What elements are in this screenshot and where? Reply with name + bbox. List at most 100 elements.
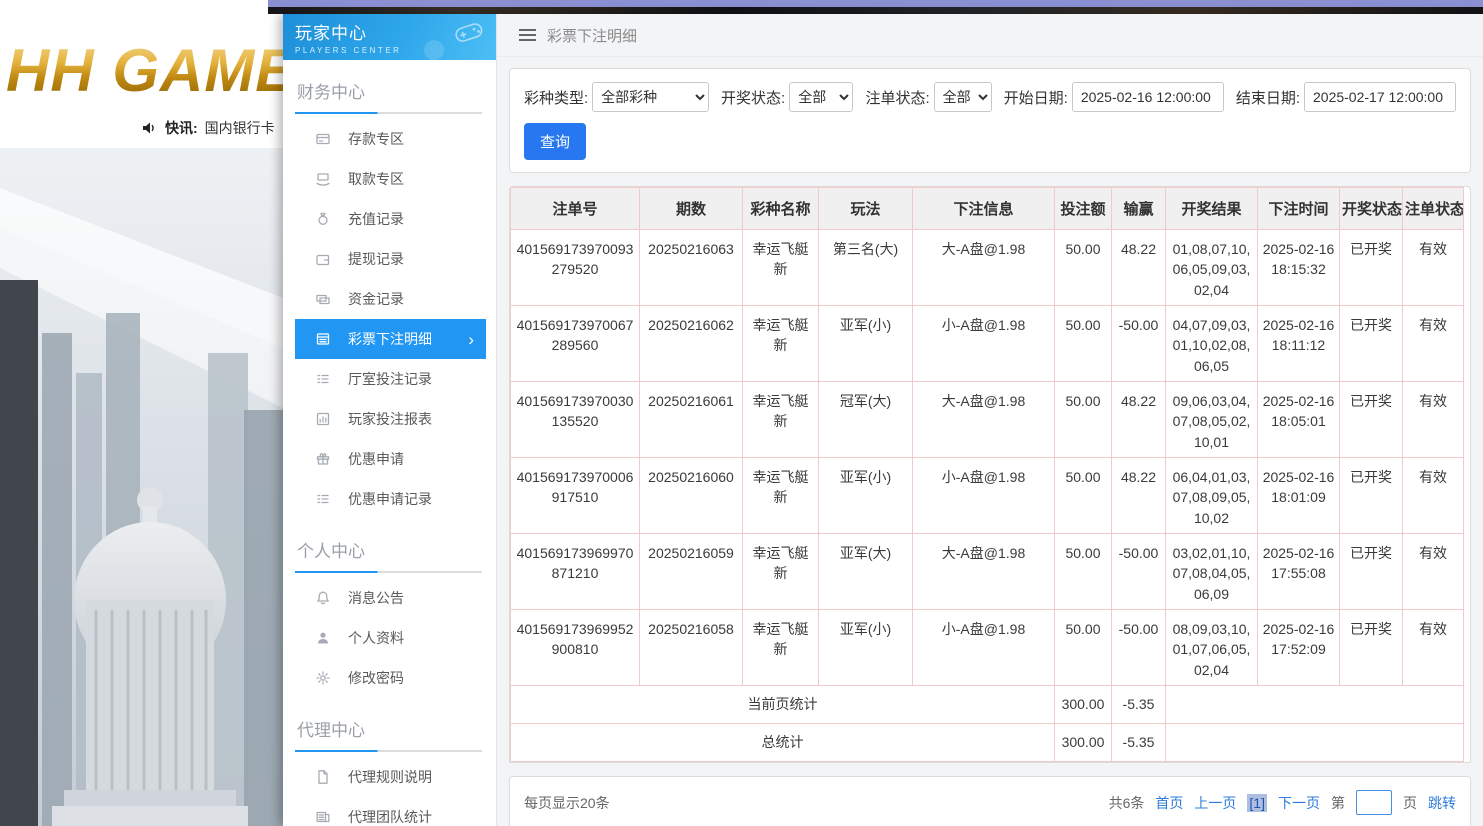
table-cell: 已开奖 <box>1340 382 1403 458</box>
lottery-type-select[interactable]: 全部彩种 <box>592 82 709 112</box>
main-content: 彩种类型: 全部彩种 开奖状态: 全部 注单状态: 全部 开始日期: <box>497 57 1483 826</box>
end-date-label: 结束日期: <box>1236 87 1300 108</box>
table-cell: 20250216060 <box>640 458 743 534</box>
filter-panel: 彩种类型: 全部彩种 开奖状态: 全部 注单状态: 全部 开始日期: <box>509 68 1471 173</box>
table-cell: 幸运飞艇新 <box>743 230 819 306</box>
table-cell: 小-A盘@1.98 <box>913 306 1055 382</box>
sidebar-item-label: 个人资料 <box>348 628 404 648</box>
table-cell: 小-A盘@1.98 <box>913 458 1055 534</box>
pagination-bar: 每页显示20条 共6条 首页 上一页 [1] 下一页 第 页 跳转 <box>509 776 1471 826</box>
sidebar-item-lottery-bet-detail[interactable]: 彩票下注明细› <box>295 319 486 359</box>
sidebar-item-player-bet-report[interactable]: 玩家投注报表 <box>295 399 486 439</box>
summary-empty-cell <box>1166 724 1464 762</box>
table-cell: 50.00 <box>1055 458 1112 534</box>
sidebar-item-funds-record[interactable]: 资金记录 <box>295 279 486 319</box>
column-header: 开奖状态 <box>1340 188 1403 230</box>
news-text: 国内银行卡 <box>205 118 275 138</box>
bell-icon <box>315 590 331 606</box>
sidebar-item-promo-apply[interactable]: 优惠申请 <box>295 439 486 479</box>
main-header: 彩票下注明细 <box>497 14 1483 57</box>
column-header: 投注额 <box>1055 188 1112 230</box>
sidebar-item-withdraw[interactable]: 取款专区 <box>295 159 486 199</box>
table-row: 40156917396995290081020250216058幸运飞艇新亚军(… <box>511 610 1464 686</box>
sidebar-item-label: 优惠申请记录 <box>348 489 432 509</box>
sidebar-item-password[interactable]: 修改密码 <box>295 658 486 698</box>
table-cell: 大-A盘@1.98 <box>913 382 1055 458</box>
table-cell: 已开奖 <box>1340 306 1403 382</box>
table-body: 40156917397009327952020250216063幸运飞艇新第三名… <box>511 230 1464 762</box>
column-header: 期数 <box>640 188 743 230</box>
prev-page-link[interactable]: 上一页 <box>1194 793 1236 813</box>
page-jump-input[interactable] <box>1356 790 1392 815</box>
wallet-icon <box>315 251 331 267</box>
sidebar-item-label: 厅室投注记录 <box>348 369 432 389</box>
sidebar-item-profile[interactable]: 个人资料 <box>295 618 486 658</box>
banknotes-icon <box>315 291 331 307</box>
table-cell: 亚军(小) <box>819 306 913 382</box>
table-row: 40156917397000691751020250216060幸运飞艇新亚军(… <box>511 458 1464 534</box>
table-cell: 2025-02-16 17:52:09 <box>1258 610 1340 686</box>
table-cell: 亚军(小) <box>819 458 913 534</box>
total-count-text: 共6条 <box>1109 793 1145 813</box>
sidebar-item-deposit[interactable]: 存款专区 <box>295 119 486 159</box>
sidebar-item-hall-bet-record[interactable]: 厅室投注记录 <box>295 359 486 399</box>
table-cell: 20250216063 <box>640 230 743 306</box>
sidebar-item-withdrawal-record[interactable]: 提现记录 <box>295 239 486 279</box>
withdraw-icon <box>315 171 331 187</box>
draw-status-label: 开奖状态: <box>721 87 785 108</box>
sidebar-item-label: 代理团队统计 <box>348 807 432 826</box>
page-size-text: 每页显示20条 <box>524 793 610 813</box>
table-cell: 幸运飞艇新 <box>743 610 819 686</box>
sidebar-item-label: 资金记录 <box>348 289 404 309</box>
end-date-input[interactable] <box>1304 82 1456 112</box>
list-table-icon <box>315 331 331 347</box>
lottery-type-label: 彩种类型: <box>524 87 588 108</box>
order-status-select[interactable]: 全部 <box>934 82 992 112</box>
section-divider <box>295 112 482 114</box>
sidebar-item-label: 消息公告 <box>348 588 404 608</box>
table-cell: 06,04,01,03,07,08,09,05,10,02 <box>1166 458 1258 534</box>
player-center-overlay: 玩家中心 PLAYERS CENTER 财务中心存款专区取款专区充值记录提现记录… <box>268 0 1483 826</box>
column-header: 开奖结果 <box>1166 188 1258 230</box>
summary-bet-total: 300.00 <box>1055 686 1112 724</box>
current-page-indicator: [1] <box>1247 794 1267 812</box>
sidebar-item-agent-rules[interactable]: 代理规则说明 <box>295 757 486 797</box>
table-cell: 幸运飞艇新 <box>743 458 819 534</box>
jump-button[interactable]: 跳转 <box>1428 793 1456 813</box>
list-icon <box>315 371 331 387</box>
summary-row: 当前页统计300.00-5.35 <box>511 686 1464 724</box>
sidebar-item-agent-stats[interactable]: 代理团队统计 <box>295 797 486 826</box>
first-page-link[interactable]: 首页 <box>1155 793 1183 813</box>
table-cell: 401569173970030135520 <box>511 382 640 458</box>
table-cell: 401569173969952900810 <box>511 610 640 686</box>
start-date-input[interactable] <box>1072 82 1224 112</box>
table-cell: 第三名(大) <box>819 230 913 306</box>
sidebar-item-label: 代理规则说明 <box>348 767 432 787</box>
table-cell: 已开奖 <box>1340 230 1403 306</box>
column-header: 彩种名称 <box>743 188 819 230</box>
table-cell: 50.00 <box>1055 306 1112 382</box>
table-cell: 20250216061 <box>640 382 743 458</box>
table-cell: 2025-02-16 18:11:12 <box>1258 306 1340 382</box>
table-cell: 09,06,03,04,07,08,05,02,10,01 <box>1166 382 1258 458</box>
sidebar-item-recharge-record[interactable]: 充值记录 <box>295 199 486 239</box>
table-cell: 48.22 <box>1112 230 1166 306</box>
sidebar-item-label: 玩家投注报表 <box>348 409 432 429</box>
sidebar-section-title: 个人中心 <box>297 537 482 562</box>
next-page-link[interactable]: 下一页 <box>1278 793 1320 813</box>
sidebar-item-label: 彩票下注明细 <box>348 329 432 349</box>
menu-toggle-icon[interactable] <box>519 29 536 41</box>
gear-icon <box>315 670 331 686</box>
table-cell: 已开奖 <box>1340 458 1403 534</box>
sidebar-item-notice[interactable]: 消息公告 <box>295 578 486 618</box>
table-cell: 有效 <box>1403 230 1464 306</box>
chart-icon <box>315 411 331 427</box>
sidebar-item-promo-apply-record[interactable]: 优惠申请记录 <box>295 479 486 519</box>
site-logo: HH GAME <box>6 36 296 105</box>
person-icon <box>315 630 331 646</box>
column-header: 玩法 <box>819 188 913 230</box>
draw-status-select[interactable]: 全部 <box>789 82 853 112</box>
search-button[interactable]: 查询 <box>524 123 586 160</box>
table-cell: 08,09,03,10,01,07,06,05,02,04 <box>1166 610 1258 686</box>
bubble-decoration <box>424 40 444 60</box>
